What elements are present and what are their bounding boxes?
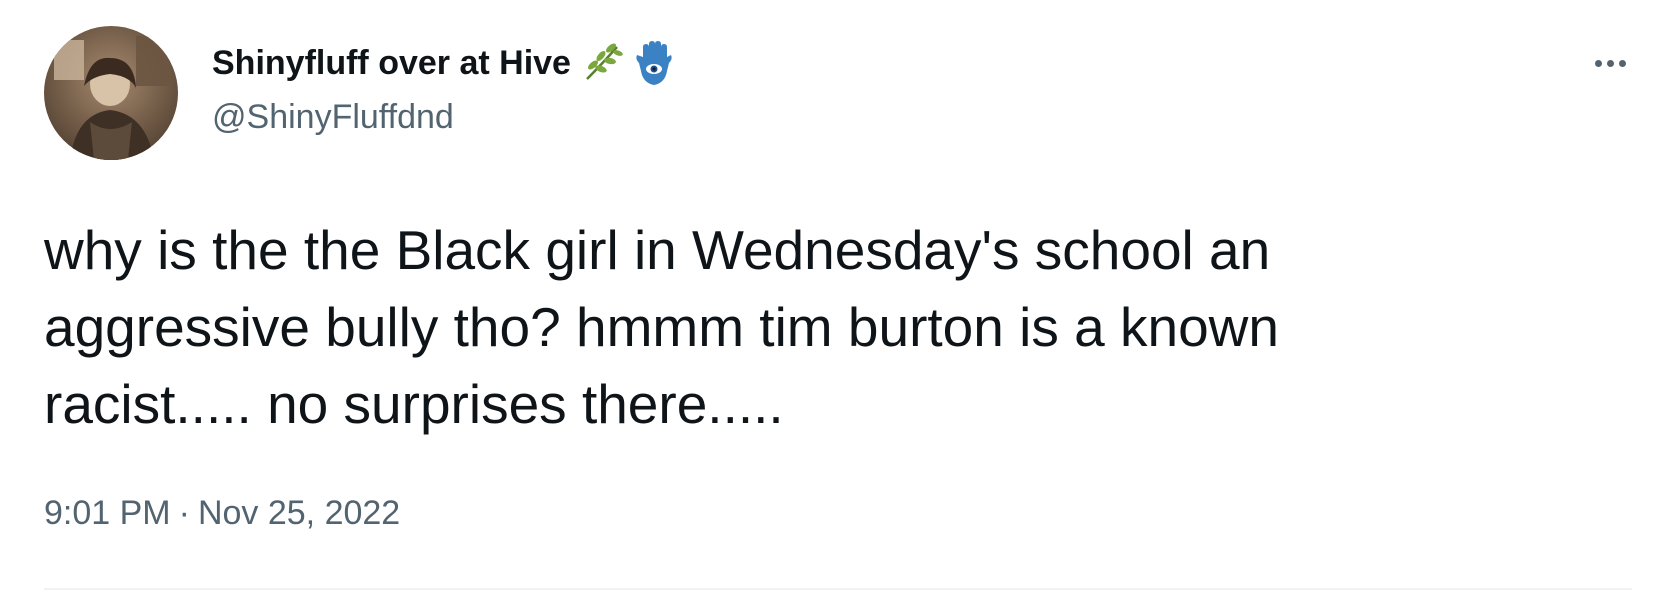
display-name[interactable]: Shinyfluff over at Hive (212, 44, 571, 83)
avatar-image (44, 26, 178, 160)
display-name-row: Shinyfluff over at Hive (212, 38, 675, 88)
hamsa-icon (633, 39, 675, 87)
tweet-card[interactable]: Shinyfluff over at Hive @ShinyFluffdnd w… (0, 0, 1654, 600)
divider (44, 588, 1632, 590)
meta-separator: · (178, 494, 190, 532)
tweet-meta: 9:01 PM · Nov 25, 2022 (44, 494, 400, 533)
avatar[interactable] (44, 26, 178, 160)
herb-icon (581, 39, 623, 87)
tweet-time[interactable]: 9:01 PM (44, 494, 171, 532)
more-dot (1618, 59, 1626, 67)
user-handle[interactable]: @ShinyFluffdnd (212, 98, 454, 137)
more-dot (1606, 59, 1614, 67)
more-dot (1594, 59, 1602, 67)
more-horizontal-icon[interactable] (1588, 50, 1632, 76)
tweet-date[interactable]: Nov 25, 2022 (198, 494, 400, 532)
tweet-text: why is the the Black girl in Wednesday's… (44, 219, 1279, 435)
